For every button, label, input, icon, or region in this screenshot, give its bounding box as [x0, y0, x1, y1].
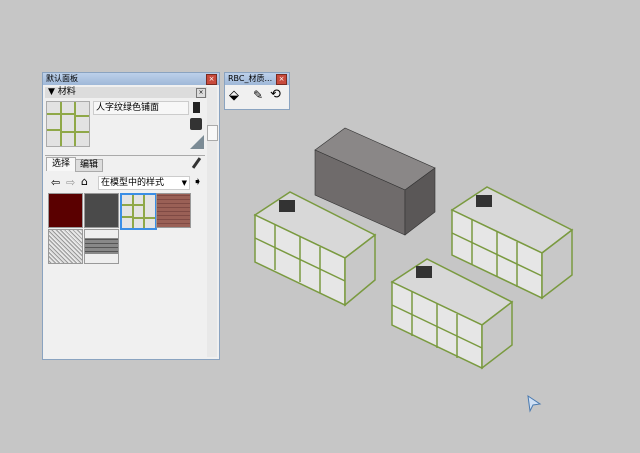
forward-arrow-icon[interactable]: ⇨: [66, 176, 75, 189]
collapse-icon[interactable]: ×: [196, 88, 206, 98]
swatch-granite[interactable]: [48, 229, 83, 264]
create-material-icon[interactable]: [193, 102, 200, 113]
swatch-dark-red[interactable]: [48, 193, 83, 228]
rbc-toolbar: RBC_材质... × ⬙ ✎ ⟲: [224, 72, 290, 110]
swap-material-icon[interactable]: ⟲: [270, 87, 281, 102]
swatch-dark-gray[interactable]: [84, 193, 119, 228]
material-name-field[interactable]: 人字纹绿色铺面: [93, 101, 189, 115]
default-tray: 默认面板 × ▼ 材料 × 人字纹绿色铺面 选择 编辑 ⇦ ⇨ ⌂ 在模型中的样式 ▼…: [42, 72, 220, 360]
close-icon[interactable]: ×: [276, 74, 287, 85]
tile-box-left: [253, 191, 377, 307]
herringbone-pattern: [47, 102, 89, 146]
details-arrow-icon[interactable]: ➧: [193, 175, 202, 188]
paint-bucket-default-icon[interactable]: [190, 118, 202, 130]
cursor-arrow-icon: [527, 394, 542, 413]
section-title: 材料: [57, 87, 76, 97]
tray-titlebar[interactable]: 默认面板 ×: [43, 73, 219, 85]
collection-label: 在模型中的样式: [101, 178, 165, 188]
tile-box-bottom: [390, 258, 514, 370]
divider: [45, 155, 205, 156]
chevron-down-icon: ▼: [181, 179, 187, 187]
tile-box-right: [450, 186, 574, 300]
material-preview: [46, 101, 90, 147]
swatch-herringbone[interactable]: [120, 193, 157, 230]
collection-dropdown[interactable]: 在模型中的样式 ▼: [98, 176, 190, 190]
back-arrow-icon[interactable]: ⇦: [51, 176, 60, 189]
tray-title: 默认面板: [46, 74, 78, 83]
tab-edit[interactable]: 编辑: [75, 159, 103, 172]
tab-select[interactable]: 选择: [46, 157, 76, 171]
display-secondary-icon[interactable]: [190, 135, 204, 149]
brick-box: [314, 127, 436, 269]
scrollbar[interactable]: [207, 87, 218, 357]
home-icon[interactable]: ⌂: [81, 175, 88, 188]
toolbar-titlebar[interactable]: RBC_材质... ×: [225, 73, 289, 85]
materials-section-header[interactable]: ▼ 材料 ×: [45, 87, 208, 98]
close-icon[interactable]: ×: [206, 74, 217, 85]
paint-bucket-icon[interactable]: ⬙: [229, 88, 239, 103]
eyedropper-icon[interactable]: ✎: [253, 88, 263, 102]
toolbar-title: RBC_材质...: [228, 74, 273, 83]
swatch-gray-brick[interactable]: [84, 229, 119, 264]
eyedropper-icon[interactable]: [191, 157, 202, 169]
swatch-red-brick[interactable]: [156, 193, 191, 228]
